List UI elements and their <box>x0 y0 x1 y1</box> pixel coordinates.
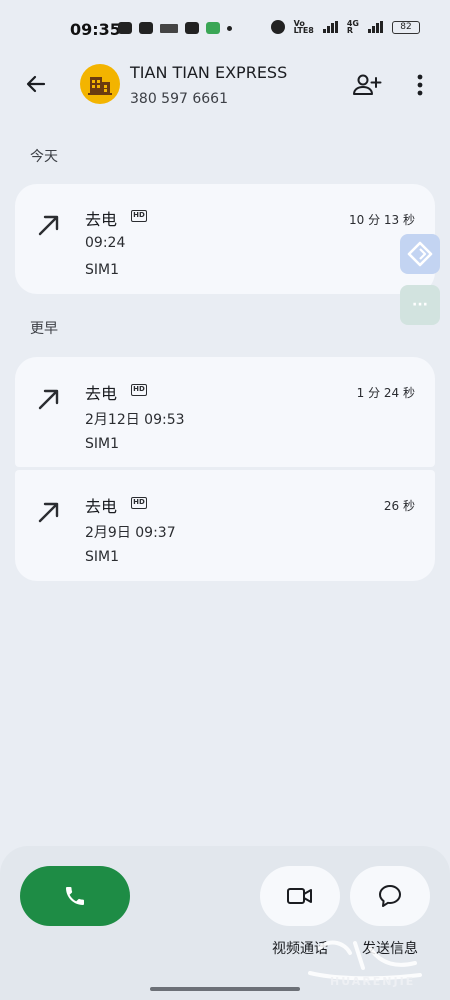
contact-avatar <box>80 64 120 104</box>
call-sim: SIM1 <box>85 262 120 278</box>
battery-indicator: 82 <box>392 20 420 34</box>
signal-2-icon <box>368 21 383 33</box>
call-sim: SIM1 <box>85 549 120 565</box>
call-details-screen: 09:35 Vo LTE8 4G R 82 TIAN TIAN EXPRESS … <box>0 0 450 1000</box>
call-time: 2月12日 09:53 <box>85 412 185 428</box>
network-2-indicator: 4G R <box>346 20 359 35</box>
status-bar: 09:35 Vo LTE8 4G R 82 <box>0 0 450 56</box>
add-contact-button[interactable] <box>350 70 384 100</box>
send-message-button[interactable] <box>350 866 430 926</box>
arrow-back-icon <box>26 75 46 93</box>
home-indicator[interactable] <box>150 987 300 991</box>
more-notifications-dot-icon <box>227 25 232 31</box>
call-duration: 10 分 13 秒 <box>349 213 415 227</box>
call-duration: 1 分 24 秒 <box>356 386 415 400</box>
person-add-icon <box>353 74 382 95</box>
call-type: 去电 <box>85 497 118 516</box>
more-vert-icon <box>417 74 423 96</box>
watermark-text: HUARENJIE <box>330 975 416 988</box>
signal-1-icon <box>322 21 338 33</box>
section-today-label: 今天 <box>30 149 58 165</box>
outgoing-call-arrow-icon <box>38 389 59 410</box>
call-entry[interactable]: 去电 HD 26 秒 2月9日 09:37 SIM1 <box>15 470 435 581</box>
call-entry[interactable]: 去电 HD 1 分 24 秒 2月12日 09:53 SIM1 <box>15 357 435 467</box>
robot-icon <box>139 22 153 34</box>
more-horiz-icon: ··· <box>412 297 428 313</box>
call-type: 去电 <box>85 384 118 403</box>
outgoing-call-arrow-icon <box>38 502 59 523</box>
hd-badge: HD <box>131 384 147 396</box>
call-sim: SIM1 <box>85 436 120 452</box>
contact-name: TIAN TIAN EXPRESS <box>130 63 288 82</box>
diamond-logo-icon <box>407 241 433 267</box>
chat-bubble-outline-icon <box>379 885 401 907</box>
notification-icons <box>118 22 232 34</box>
outgoing-call-arrow-icon <box>38 215 59 236</box>
floating-assistant-button[interactable] <box>400 234 440 274</box>
phone-icon <box>66 887 84 905</box>
capcut-icon <box>185 22 199 34</box>
call-type: 去电 <box>85 210 118 229</box>
section-earlier-label: 更早 <box>30 321 58 337</box>
green-app-icon <box>206 22 220 34</box>
back-button[interactable] <box>20 68 52 100</box>
more-options-button[interactable] <box>408 70 432 100</box>
volte-indicator: Vo LTE8 <box>293 20 314 35</box>
volte-bottom: LTE8 <box>293 26 314 35</box>
network-2-bottom: R <box>346 26 354 35</box>
alarm-icon <box>270 20 285 34</box>
business-building-icon <box>88 77 112 95</box>
floating-more-button[interactable]: ··· <box>400 285 440 325</box>
status-time: 09:35 <box>70 20 121 39</box>
chat-bubble-icon <box>118 22 132 34</box>
video-call-button[interactable] <box>260 866 340 926</box>
system-icons: Vo LTE8 4G R 82 <box>270 20 420 35</box>
contact-phone-number: 380 597 6661 <box>130 91 228 107</box>
videocam-icon <box>287 888 312 904</box>
app-text-icon <box>160 23 178 33</box>
call-time: 2月9日 09:37 <box>85 525 176 541</box>
call-time: 09:24 <box>85 235 126 251</box>
call-duration: 26 秒 <box>383 499 415 513</box>
call-entry[interactable]: 去电 HD 10 分 13 秒 09:24 SIM1 <box>15 184 435 294</box>
hd-badge: HD <box>131 210 147 222</box>
voice-call-button[interactable] <box>20 866 130 926</box>
hd-badge: HD <box>131 497 147 509</box>
